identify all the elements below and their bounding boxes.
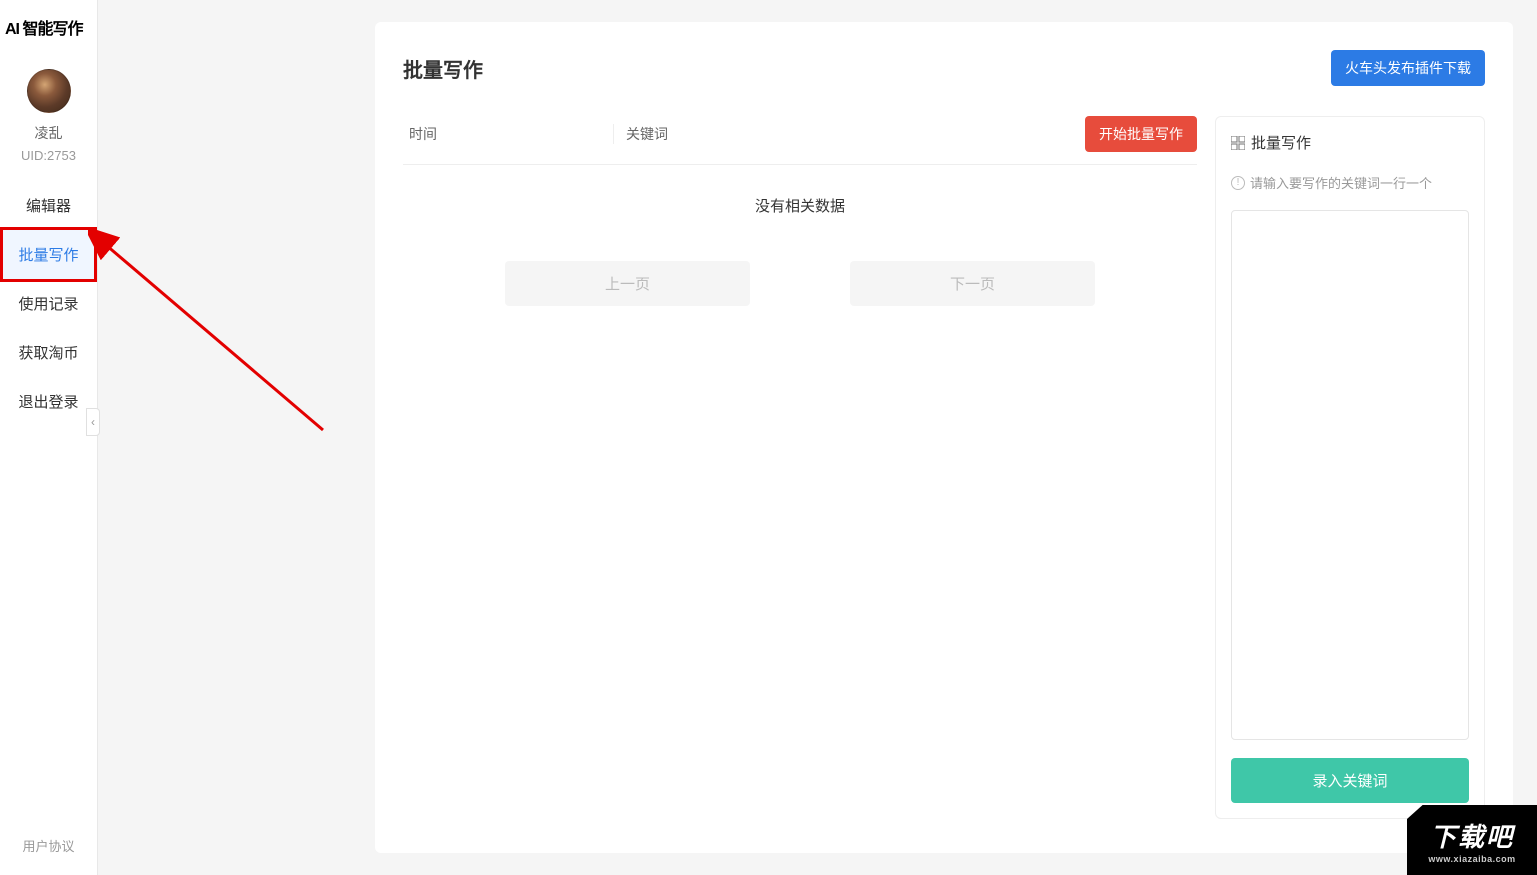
watermark-text: 下载吧 [1430, 817, 1514, 854]
table-header: 时间 关键词 开始批量写作 [403, 116, 1197, 165]
panel-hint-text: 请输入要写作的关键词一行一个 [1250, 173, 1432, 192]
sidebar-item-batch-writing[interactable]: 批量写作 [0, 227, 97, 282]
column-header-time: 时间 [403, 124, 613, 144]
sidebar: AI 智能写作 凌乱 UID:2753 编辑器 批量写作 使用记录 获取淘币 退… [0, 0, 98, 875]
sidebar-item-usage-history[interactable]: 使用记录 [0, 279, 97, 328]
no-data-message: 没有相关数据 [403, 165, 1197, 246]
content-row: 时间 关键词 开始批量写作 没有相关数据 上一页 下一页 批量写作 ! [403, 116, 1485, 819]
main-content: 批量写作 火车头发布插件下载 时间 关键词 开始批量写作 没有相关数据 上一页 … [375, 22, 1513, 853]
panel-hint: ! 请输入要写作的关键词一行一个 [1231, 173, 1469, 192]
side-panel: 批量写作 ! 请输入要写作的关键词一行一个 录入关键词 [1215, 116, 1485, 819]
grid-icon [1231, 136, 1245, 150]
panel-title: 批量写作 [1231, 132, 1469, 153]
prev-page-button[interactable]: 上一页 [505, 261, 750, 306]
annotation-arrow [88, 230, 348, 450]
submit-keywords-button[interactable]: 录入关键词 [1231, 758, 1469, 803]
sidebar-item-get-coins[interactable]: 获取淘币 [0, 328, 97, 377]
watermark-url: www.xiazaiba.com [1428, 854, 1515, 864]
panel-title-text: 批量写作 [1251, 132, 1311, 153]
chevron-left-icon: ‹ [91, 415, 95, 429]
sidebar-collapse-handle[interactable]: ‹ [86, 408, 100, 436]
table-area: 时间 关键词 开始批量写作 没有相关数据 上一页 下一页 [403, 116, 1197, 819]
sidebar-item-editor[interactable]: 编辑器 [0, 181, 97, 230]
info-icon: ! [1231, 176, 1245, 190]
avatar[interactable] [27, 69, 71, 113]
watermark: 下载吧 www.xiazaiba.com [1407, 805, 1537, 875]
download-plugin-button[interactable]: 火车头发布插件下载 [1331, 50, 1485, 86]
start-batch-writing-button[interactable]: 开始批量写作 [1085, 116, 1197, 152]
user-uid: UID:2753 [0, 148, 97, 163]
page-header: 批量写作 火车头发布插件下载 [403, 50, 1485, 86]
page-title: 批量写作 [403, 54, 483, 83]
next-page-button[interactable]: 下一页 [850, 261, 1095, 306]
sidebar-item-logout[interactable]: 退出登录 [0, 377, 97, 426]
app-logo: AI 智能写作 [0, 0, 97, 54]
column-header-keyword: 关键词 [613, 124, 1085, 144]
sidebar-footer-link[interactable]: 用户协议 [0, 816, 97, 875]
pagination: 上一页 下一页 [403, 261, 1197, 306]
keyword-textarea[interactable] [1231, 210, 1469, 740]
username: 凌乱 [0, 123, 97, 143]
